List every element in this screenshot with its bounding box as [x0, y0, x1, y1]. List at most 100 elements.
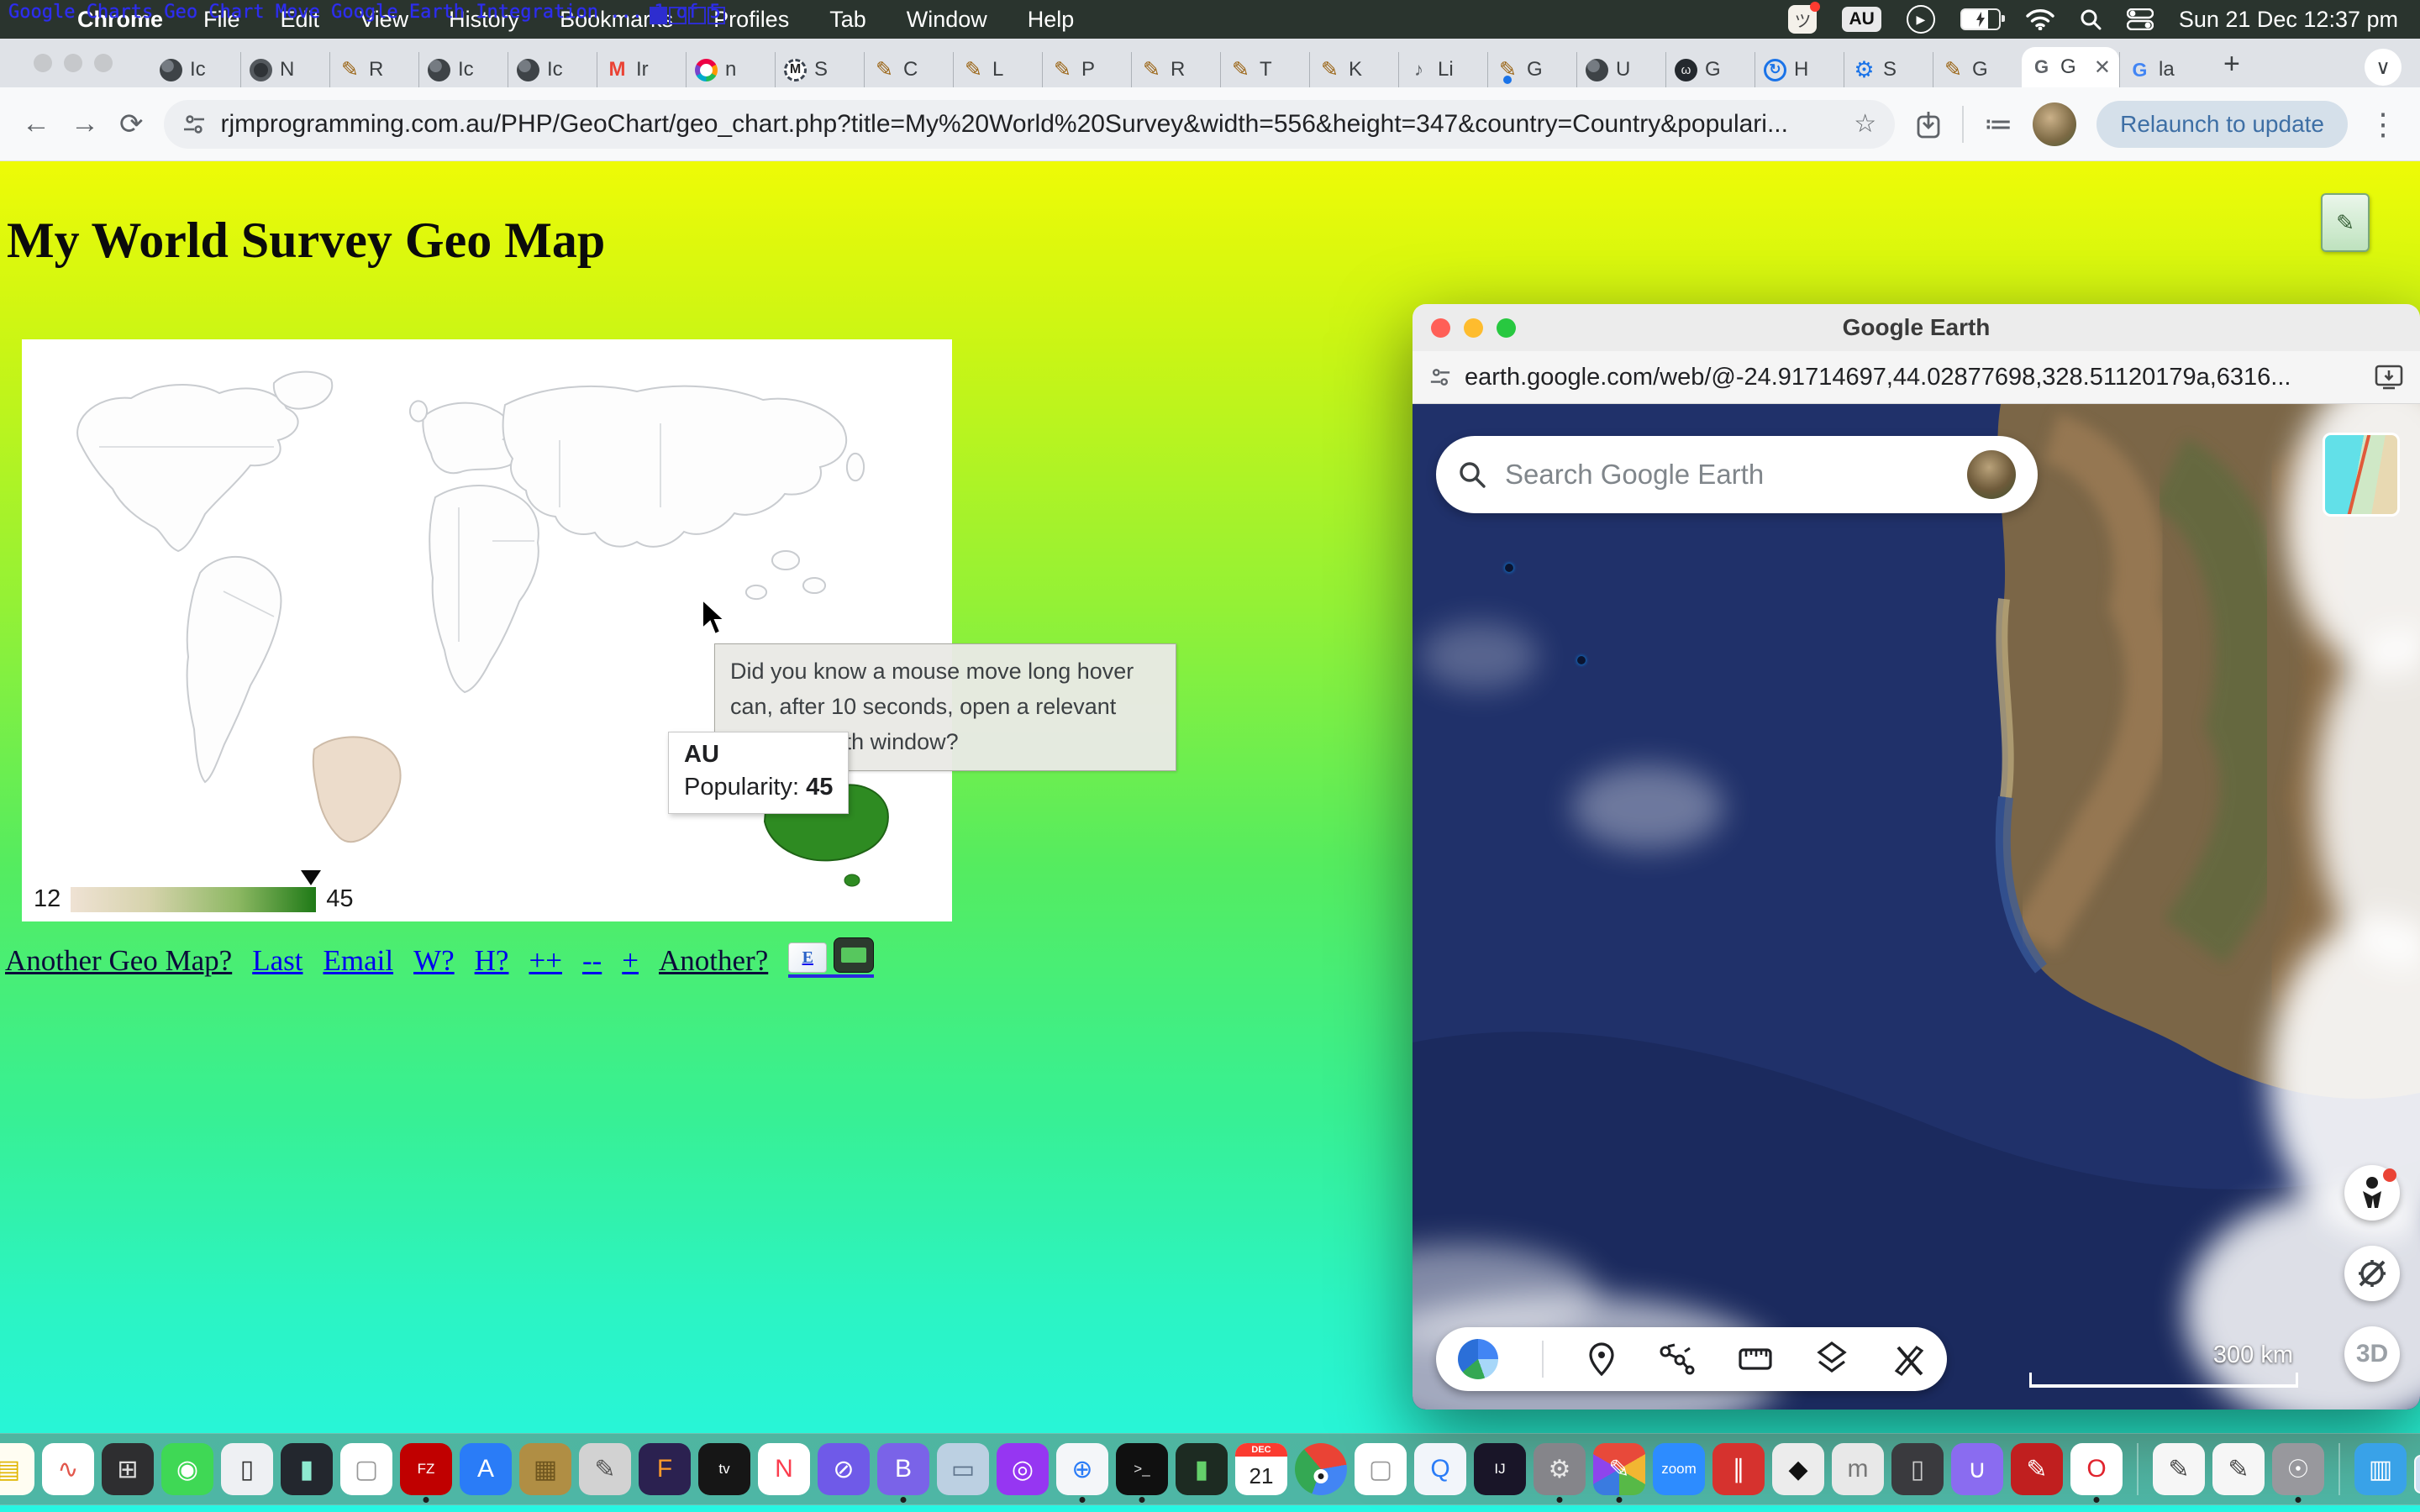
- playback-icon[interactable]: ▶: [1907, 5, 1935, 34]
- tab-20[interactable]: ✎G: [1933, 52, 2022, 87]
- dock-freeform-icon[interactable]: ∿: [42, 1443, 94, 1495]
- dock-opera-icon[interactable]: O: [2070, 1443, 2123, 1495]
- back-button[interactable]: ←: [22, 108, 50, 140]
- dock-app-store-icon[interactable]: A: [460, 1443, 512, 1495]
- dock-zoom-icon[interactable]: zoom: [1653, 1443, 1705, 1495]
- tab-15[interactable]: ✎G: [1487, 52, 1576, 87]
- tab-8[interactable]: ✎C: [864, 52, 953, 87]
- input-source-badge[interactable]: AU: [1842, 7, 1881, 32]
- dock-document-2-icon[interactable]: ▢: [1355, 1443, 1407, 1495]
- dock-slash-app-icon[interactable]: ⊘: [818, 1443, 870, 1495]
- link-email[interactable]: Email: [323, 944, 393, 978]
- dock-chrome-icon[interactable]: [1295, 1443, 1347, 1495]
- search-placeholder[interactable]: Search Google Earth: [1505, 459, 1949, 491]
- url-text[interactable]: rjmprogramming.com.au/PHP/GeoChart/geo_c…: [221, 110, 1839, 139]
- link-w-[interactable]: W?: [413, 944, 455, 978]
- tab-19[interactable]: ⚙S: [1844, 52, 1933, 87]
- menu-item-window[interactable]: Window: [886, 7, 1007, 33]
- link-h-[interactable]: H?: [475, 944, 509, 978]
- image-links[interactable]: E: [788, 937, 874, 978]
- path-route-icon[interactable]: [1660, 1343, 1695, 1375]
- earth-title-bar[interactable]: Google Earth: [1413, 304, 2420, 351]
- dock-quicktime-icon[interactable]: Q: [1414, 1443, 1466, 1495]
- dock-photos-icon[interactable]: ▭: [937, 1443, 989, 1495]
- forward-button[interactable]: →: [71, 108, 99, 140]
- measure-ruler-icon[interactable]: [1739, 1345, 1772, 1373]
- save-page-icon[interactable]: [1915, 110, 1942, 139]
- minimized-window[interactable]: [2414, 1455, 2420, 1494]
- link-last[interactable]: Last: [252, 944, 302, 978]
- dock-intellij-idea-icon[interactable]: IJ: [1474, 1443, 1526, 1495]
- dock-dark-terminal-icon[interactable]: ▮: [281, 1443, 333, 1495]
- pegman-button[interactable]: [2344, 1165, 2400, 1221]
- relaunch-to-update-button[interactable]: Relaunch to update: [2096, 101, 2348, 148]
- dock-notes-icon[interactable]: ▤: [0, 1443, 34, 1495]
- tab-22[interactable]: Gla: [2119, 52, 2208, 87]
- active-tab[interactable]: GG✕: [2022, 47, 2119, 87]
- battery-icon[interactable]: [1960, 8, 2001, 30]
- world-map[interactable]: [22, 339, 952, 921]
- placemark-pin-icon[interactable]: [1587, 1342, 1616, 1376]
- tools-icon[interactable]: [1891, 1342, 1925, 1376]
- spotlight-icon[interactable]: [2080, 8, 2102, 30]
- earth-search-bar[interactable]: Search Google Earth: [1436, 436, 2038, 513]
- dock-inkscape-icon[interactable]: ◆: [1772, 1443, 1824, 1495]
- tab-7[interactable]: MS: [775, 52, 864, 87]
- dock-journal-icon[interactable]: ✎: [2153, 1443, 2205, 1495]
- dock-bbedit-icon[interactable]: B: [877, 1443, 929, 1495]
- tab-14[interactable]: ♪Li: [1398, 52, 1487, 87]
- tab-13[interactable]: ✎K: [1309, 52, 1398, 87]
- tab-10[interactable]: ✎P: [1042, 52, 1131, 87]
- link--[interactable]: --: [582, 944, 602, 978]
- tab-3[interactable]: Ic: [418, 52, 508, 87]
- dock-document-icon[interactable]: ▢: [340, 1443, 392, 1495]
- tab-search-chevron[interactable]: ∨: [2365, 49, 2402, 86]
- earth-url-text[interactable]: earth.google.com/web/@-24.91714697,44.02…: [1465, 364, 2361, 391]
- tab-4[interactable]: Ic: [508, 52, 597, 87]
- dock-calendar-icon[interactable]: DEC21: [1235, 1443, 1287, 1495]
- link--[interactable]: ++: [529, 944, 561, 978]
- tab-17[interactable]: ωG: [1665, 52, 1754, 87]
- earth-traffic-lights[interactable]: [1431, 318, 1516, 338]
- browser-menu-icon[interactable]: ⋮: [2368, 107, 2398, 142]
- view-3d-button[interactable]: 3D: [2344, 1326, 2400, 1382]
- menu-item-tab[interactable]: Tab: [809, 7, 886, 33]
- menu-item-help[interactable]: Help: [1007, 7, 1095, 33]
- google-earth-window[interactable]: Google Earth earth.google.com/web/@-24.9…: [1413, 304, 2420, 1410]
- close-tab-icon[interactable]: ✕: [2094, 55, 2111, 80]
- dock-purple-cat-app-icon[interactable]: ∪: [1951, 1443, 2003, 1495]
- dock-podcasts-icon[interactable]: ◎: [997, 1443, 1049, 1495]
- dock-iphone-mirroring-icon[interactable]: ▯: [221, 1443, 273, 1495]
- dock-terminal-icon[interactable]: >_: [1116, 1443, 1168, 1495]
- new-tab-button[interactable]: +: [2223, 48, 2240, 81]
- site-settings-icon[interactable]: [182, 113, 206, 136]
- tab-9[interactable]: ✎L: [953, 52, 1042, 87]
- wifi-icon[interactable]: [2026, 8, 2054, 30]
- reload-button[interactable]: ⟳: [119, 108, 144, 141]
- dock-facetime-icon[interactable]: ◉: [161, 1443, 213, 1495]
- notepad-pencil-image[interactable]: ✎: [2321, 193, 2370, 252]
- link--[interactable]: +: [622, 944, 639, 978]
- dock-gimp-icon[interactable]: ✎: [579, 1443, 631, 1495]
- earth-map-view[interactable]: Search Google Earth 3D: [1413, 404, 2420, 1410]
- dock-mamp-icon[interactable]: m: [1832, 1443, 1884, 1495]
- dock-firefox-icon[interactable]: F: [639, 1443, 691, 1495]
- control-center-icon[interactable]: [2127, 8, 2154, 30]
- tab-2[interactable]: ✎R: [329, 52, 418, 87]
- tab-0[interactable]: Ic: [151, 52, 240, 87]
- tab-1[interactable]: N: [240, 52, 329, 87]
- install-app-icon[interactable]: [2375, 365, 2403, 390]
- link-another-geo-map-[interactable]: Another Geo Map?: [5, 944, 232, 978]
- layers-icon[interactable]: [1816, 1341, 1848, 1377]
- dock-filezilla-icon[interactable]: FZ: [400, 1443, 452, 1495]
- menu-clock[interactable]: Sun 21 Dec 12:37 pm: [2179, 7, 2398, 33]
- overview-minimap[interactable]: [2323, 433, 2400, 517]
- tab-18[interactable]: ↻H: [1754, 52, 1844, 87]
- tab-11[interactable]: ✎R: [1131, 52, 1220, 87]
- dock-palette-app-icon[interactable]: ✎: [1593, 1443, 1645, 1495]
- link-another-[interactable]: Another?: [659, 944, 768, 978]
- dock-safari-icon[interactable]: ⊕: [1056, 1443, 1108, 1495]
- earth-profile-avatar[interactable]: [1967, 450, 2016, 499]
- bookmark-star-icon[interactable]: ☆: [1854, 109, 1876, 139]
- earth-site-settings-icon[interactable]: [1429, 366, 1451, 388]
